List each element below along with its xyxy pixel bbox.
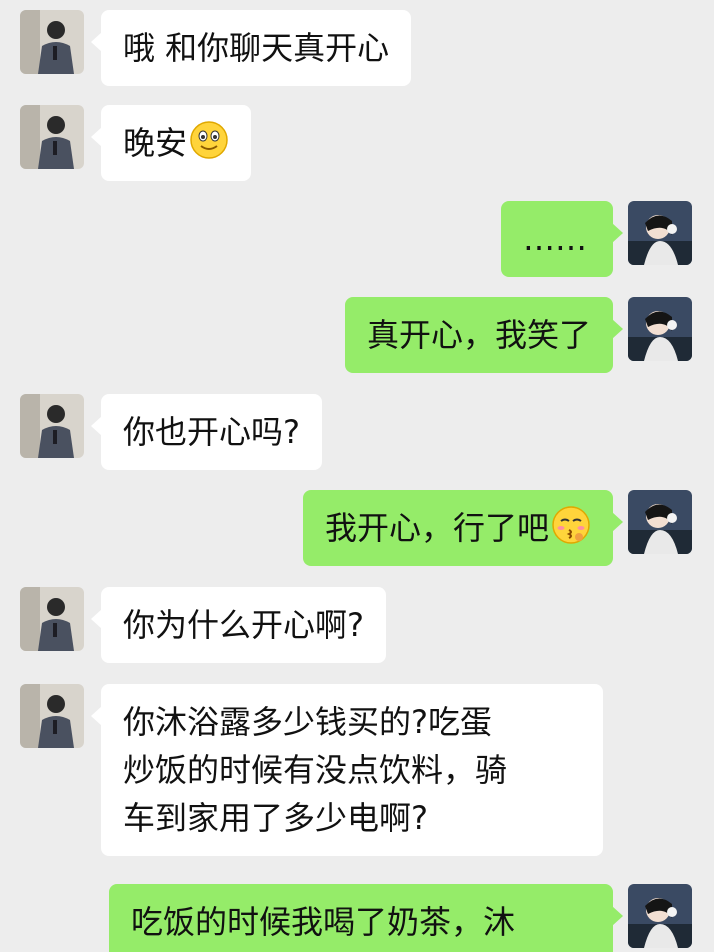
contact-avatar[interactable] [20, 394, 84, 458]
message-bubble[interactable]: 真开心，我笑了 [344, 297, 624, 373]
message-bubble[interactable]: 哦 和你聊天真开心 [90, 10, 412, 86]
message-line: 你沐浴露多少钱买的?吃蛋 [123, 703, 492, 741]
message-bubble[interactable]: …… [501, 201, 623, 277]
contact-avatar[interactable] [20, 684, 84, 748]
message-line: 车到家用了多少电啊? [123, 799, 428, 837]
message-line: 炒饭的时候有没点饮料，骑 [123, 751, 508, 789]
kissing-face-emoji-icon [551, 505, 591, 545]
smiling-face-emoji-icon [189, 120, 229, 160]
contact-avatar[interactable] [20, 10, 84, 74]
user-avatar[interactable] [628, 884, 692, 948]
message-bubble[interactable]: 你沐浴露多少钱买的?吃蛋 炒饭的时候有没点饮料，骑 车到家用了多少电啊? [91, 684, 603, 856]
user-avatar[interactable] [628, 297, 692, 361]
user-avatar[interactable] [628, 201, 692, 265]
message-text: 吃饭的时候我喝了奶茶，沐 [131, 903, 516, 941]
message-text: 你也开心吗? [123, 413, 300, 451]
message-bubble[interactable]: 你为什么开心啊? [91, 587, 386, 663]
contact-avatar[interactable] [20, 587, 84, 651]
message-text: 真开心，我笑了 [366, 316, 591, 354]
message-text: 你为什么开心啊? [123, 606, 364, 644]
chat-view: 哦 和你聊天真开心 晚安 …… 真开心，我笑了 你也开心吗? 我开心，行了吧 你… [0, 0, 714, 952]
message-text: 晚安 [123, 124, 188, 162]
user-avatar[interactable] [628, 490, 692, 554]
message-text: 我开心，行了吧 [324, 509, 549, 547]
message-text: 哦 和你聊天真开心 [123, 29, 390, 67]
message-bubble[interactable]: 你也开心吗? [91, 394, 322, 470]
message-bubble[interactable]: 我开心，行了吧 [302, 490, 624, 566]
contact-avatar[interactable] [20, 105, 84, 169]
message-bubble[interactable]: 晚安 [90, 105, 252, 181]
message-text: …… [523, 220, 587, 258]
message-bubble[interactable]: 吃饭的时候我喝了奶茶，沐 [109, 884, 623, 952]
